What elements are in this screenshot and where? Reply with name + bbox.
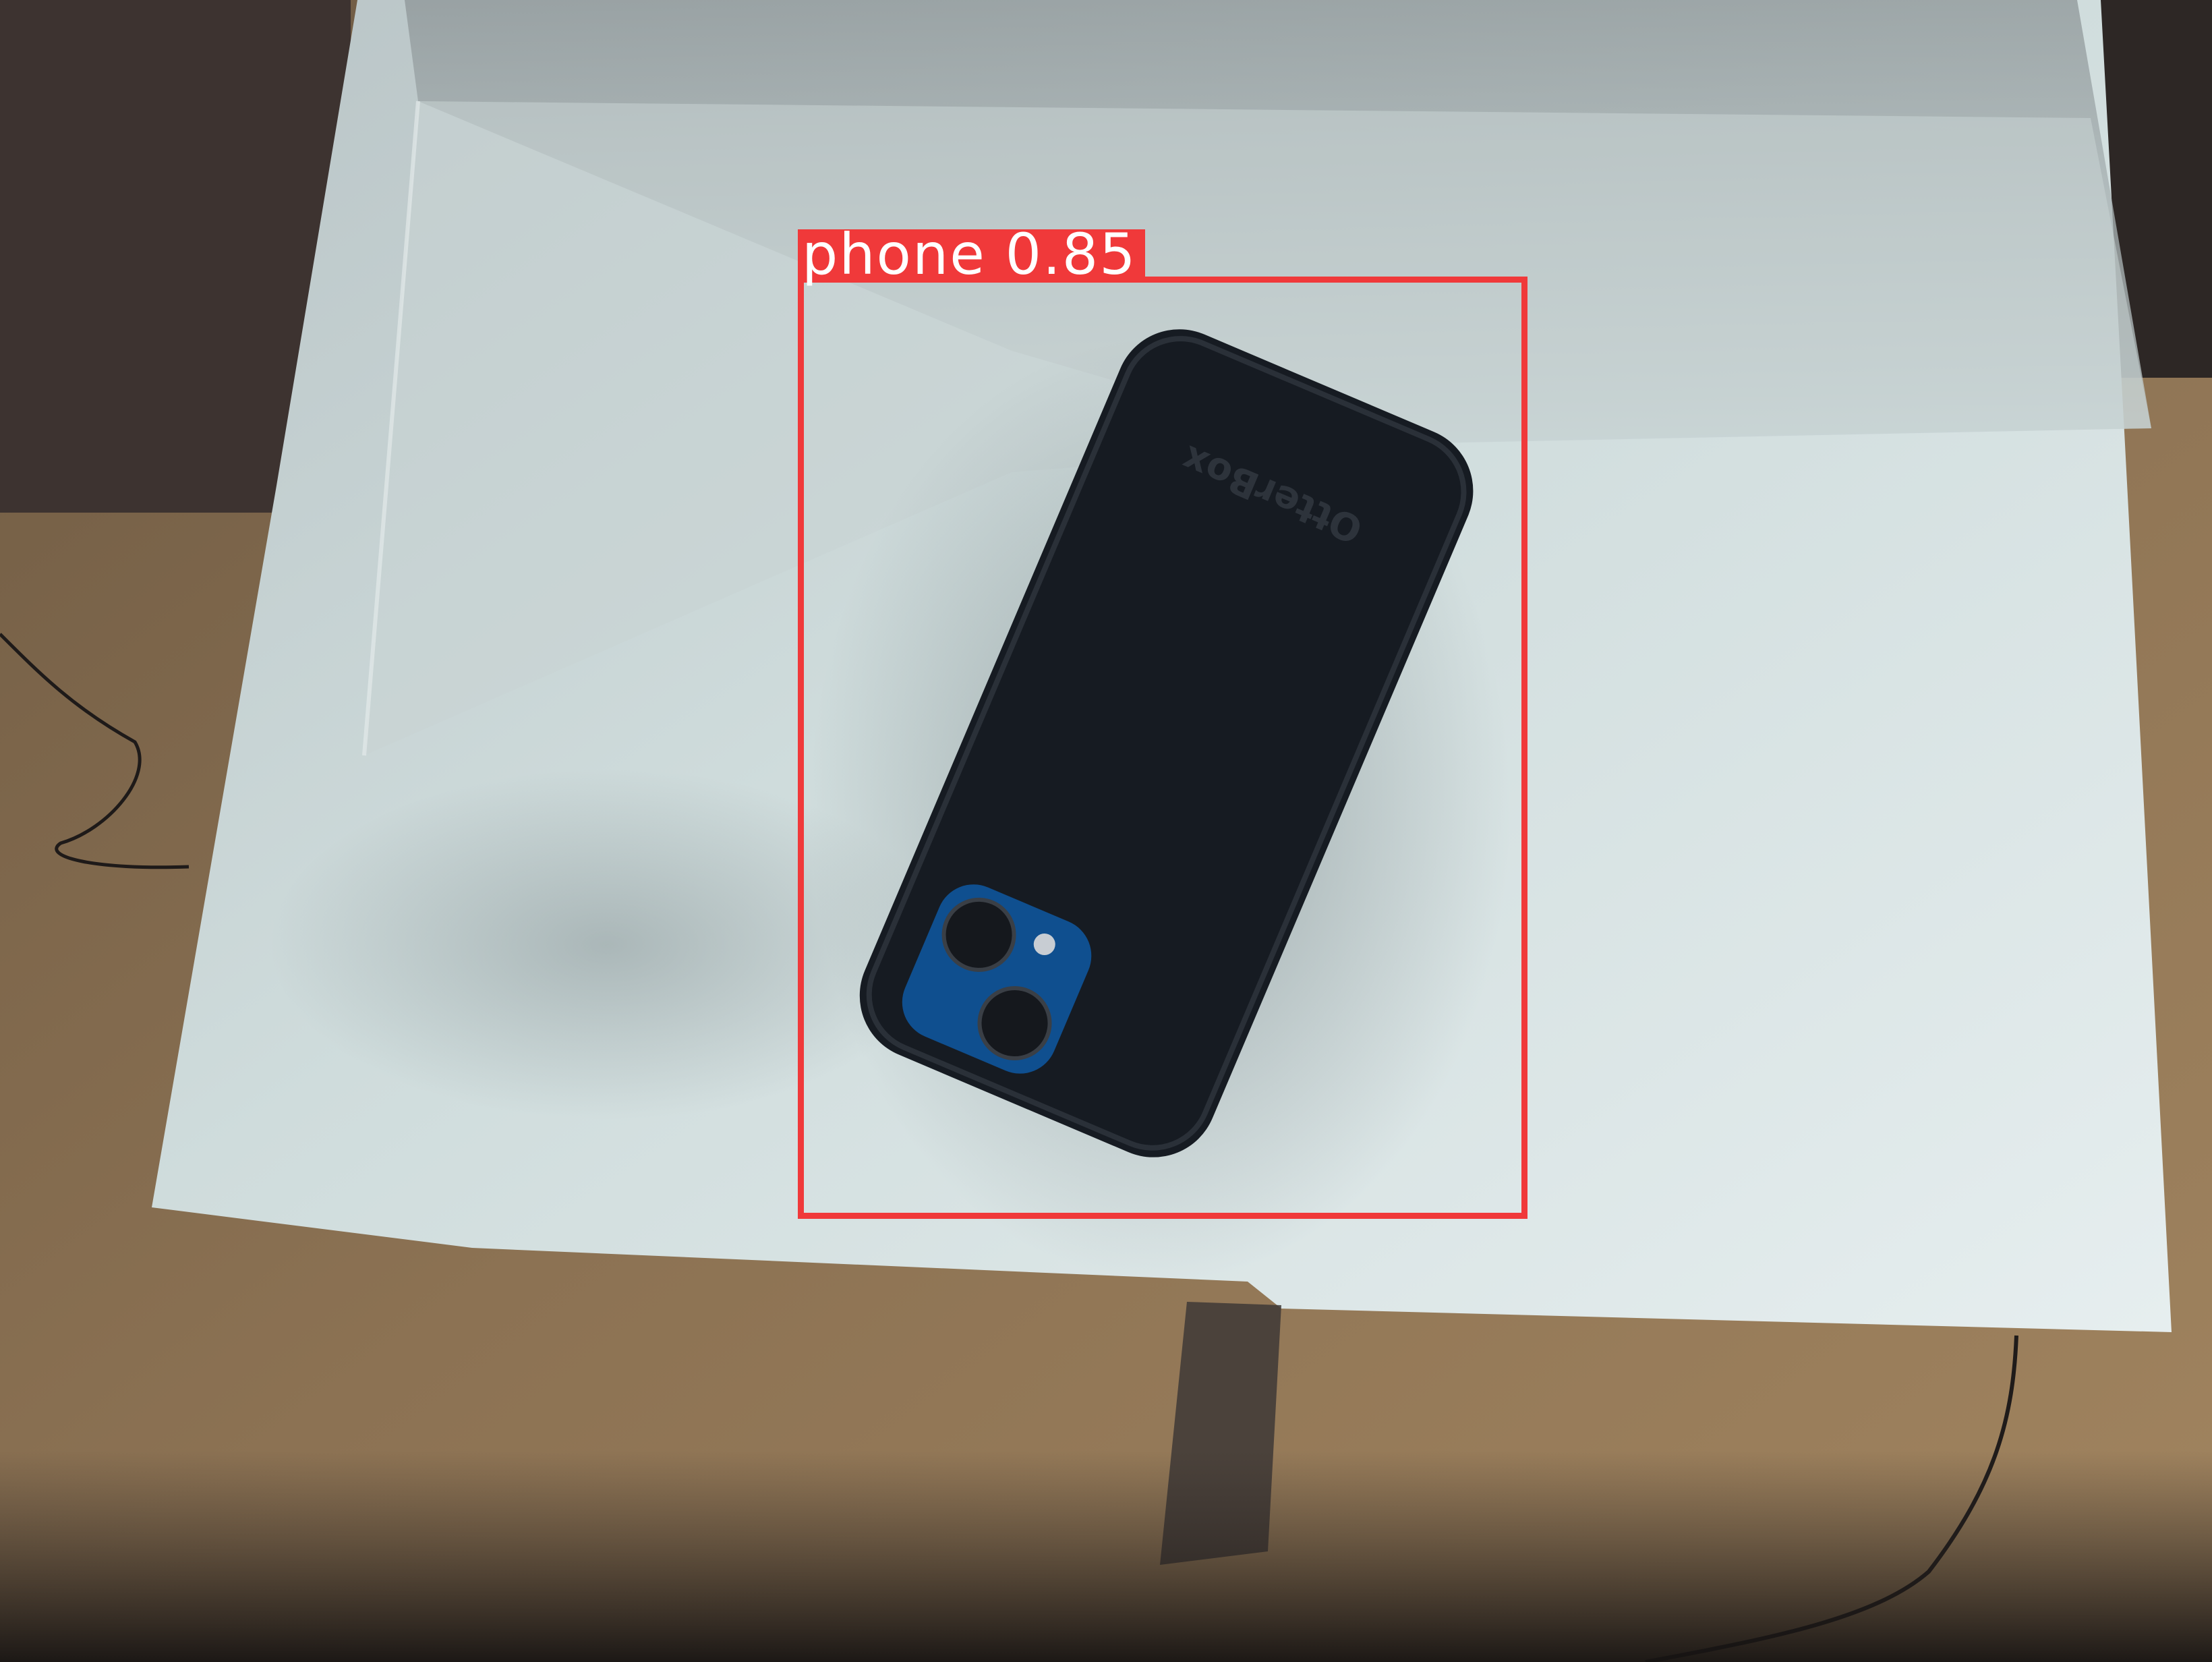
detection-class-label: phone xyxy=(802,221,986,287)
detection-label: phone 0.85 xyxy=(798,226,1145,283)
bottom-shadow xyxy=(0,1450,2212,1662)
detection-confidence: 0.85 xyxy=(1005,221,1137,287)
detection-bounding-box xyxy=(798,277,1527,1219)
